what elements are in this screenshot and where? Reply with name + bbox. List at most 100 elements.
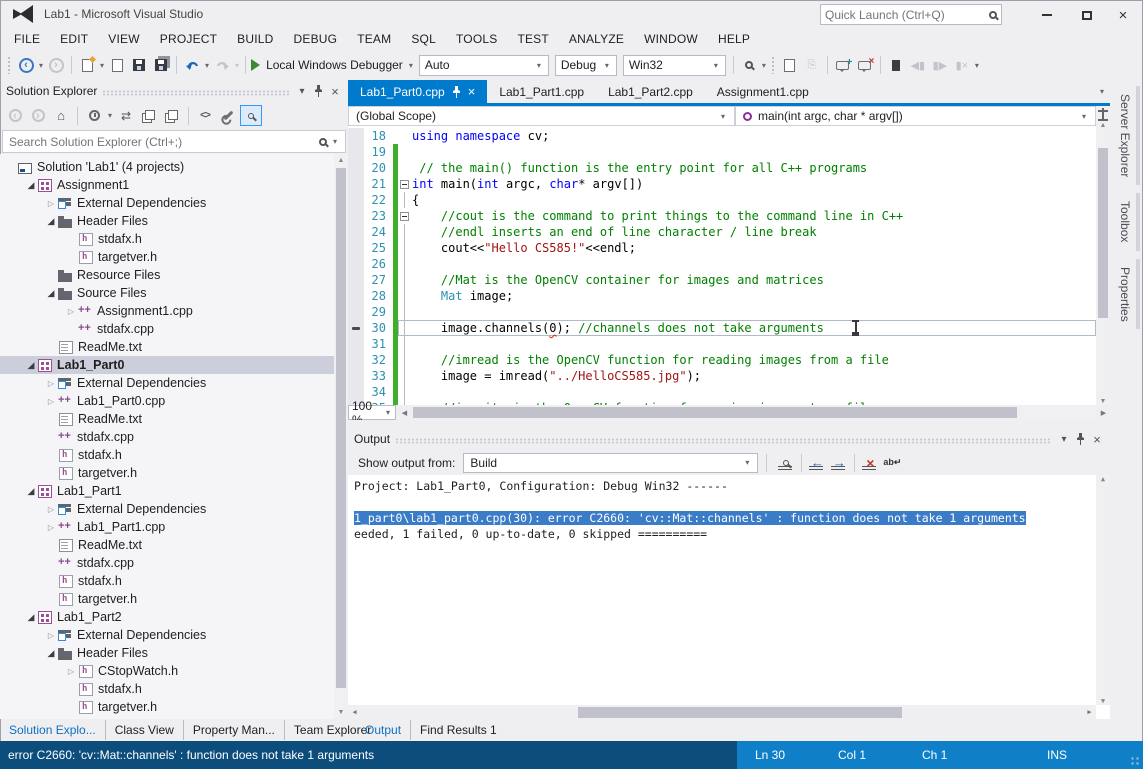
code-line-26[interactable]: 26 [348, 256, 1096, 272]
editor-tab-lab1-part1-cpp[interactable]: Lab1_Part1.cpp [487, 80, 596, 103]
code-line-18[interactable]: 18 using namespace cv; [348, 128, 1096, 144]
toolbar-drag-handle[interactable] [770, 56, 776, 74]
toggle-word-wrap-button[interactable]: ab↵ [881, 453, 903, 473]
properties-button[interactable] [217, 105, 239, 126]
window-position-chevron-icon[interactable]: ▾ [1057, 434, 1071, 445]
maximize-button[interactable] [1072, 6, 1102, 24]
scroll-up-icon[interactable]: ▲ [1096, 475, 1110, 483]
remove-comment-button[interactable]: × [855, 54, 875, 76]
resize-grip[interactable] [1130, 756, 1140, 766]
previous-bookmark-button[interactable]: ◀▮ [908, 54, 928, 76]
editor-tab-assignment1-cpp[interactable]: Assignment1.cpp [705, 80, 821, 103]
menu-view[interactable]: VIEW [98, 29, 149, 49]
tool-tab-output[interactable]: Output [356, 720, 412, 740]
split-window-handle[interactable] [1097, 108, 1109, 121]
view-code-button[interactable]: <> [194, 105, 216, 126]
toolbar-overflow-chevron-icon[interactable]: ▾ [975, 61, 979, 70]
sync-with-active-document-button[interactable]: ⇄ [115, 105, 137, 126]
find-chevron-icon[interactable]: ▾ [762, 61, 766, 70]
tree-item-readme-txt[interactable]: ReadMe.txt [0, 338, 334, 356]
expander-collapsed-icon[interactable]: ▷ [64, 307, 78, 316]
code-line-27[interactable]: 27 //Mat is the OpenCV container for ima… [348, 272, 1096, 288]
close-icon[interactable]: × [468, 85, 476, 98]
member-dropdown[interactable]: main(int argc, char * argv[]) ▾ [735, 106, 1096, 126]
toolbar-drag-handle[interactable] [7, 56, 12, 74]
expander-expanded-icon[interactable]: ◢ [44, 216, 58, 227]
tree-item-external-dependencies[interactable]: ▷ External Dependencies [0, 626, 334, 644]
undo-chevron-icon[interactable]: ▾ [205, 61, 209, 70]
preview-selected-items-button[interactable] [161, 105, 183, 126]
collapse-all-button[interactable] [138, 105, 160, 126]
copy-button[interactable]: ⎘ [802, 54, 822, 76]
tool-tab-class-view[interactable]: Class View [106, 720, 184, 740]
configuration-combo[interactable]: Debug ▾ [554, 54, 617, 76]
next-bookmark-button[interactable]: ▮▶ [930, 54, 950, 76]
platform-combo[interactable]: Win32 ▾ [622, 54, 726, 76]
scrollbar-thumb[interactable] [336, 168, 346, 688]
search-options-chevron-icon[interactable]: ▾ [333, 137, 337, 146]
collapse-region-icon[interactable] [400, 180, 409, 189]
tree-item-targetver-h[interactable]: targetver.h [0, 248, 334, 266]
scroll-up-icon[interactable]: ▲ [334, 154, 348, 167]
scroll-left-icon[interactable]: ◀ [348, 708, 361, 716]
tree-item-lab1-part1[interactable]: ◢ Lab1_Part1 [0, 482, 334, 500]
tree-item-targetver-h[interactable]: targetver.h [0, 590, 334, 608]
quick-launch-box[interactable] [820, 4, 1002, 25]
editor-vertical-scrollbar[interactable]: ▲ ▼ [1096, 106, 1110, 405]
scrollbar-thumb[interactable] [577, 706, 903, 718]
output-line[interactable]: eeded, 1 failed, 0 up-to-date, 0 skipped… [354, 527, 1110, 543]
output-line[interactable]: 1_part0\lab1_part0.cpp(30): error C2660:… [354, 511, 1110, 527]
side-tab-properties[interactable]: Properties [1116, 258, 1140, 330]
tree-item-targetver-h[interactable]: targetver.h [0, 698, 334, 716]
code-line-30[interactable]: 30 image.channels(0); //channels does no… [348, 320, 1096, 336]
close-icon[interactable]: × [1090, 432, 1104, 447]
side-tab-toolbox[interactable]: Toolbox [1116, 193, 1140, 251]
toggle-bookmark-button[interactable] [886, 54, 906, 76]
code-line-34[interactable]: 34 [348, 384, 1096, 400]
next-message-button[interactable]: → [828, 453, 850, 473]
breakpoint-margin[interactable] [348, 336, 364, 352]
code-line-23[interactable]: 23 //cout is the command to print things… [348, 208, 1096, 224]
tree-item-stdafx-h[interactable]: stdafx.h [0, 680, 334, 698]
solution-explorer-search-box[interactable]: ▾ [2, 130, 346, 153]
side-tab-server-explorer[interactable]: Server Explorer [1116, 86, 1140, 186]
breakpoint-margin[interactable] [348, 208, 364, 224]
save-all-button[interactable] [151, 54, 171, 76]
code-line-21[interactable]: 21 int main(int argc, char* argv[]) [348, 176, 1096, 192]
code-editor[interactable]: 18 using namespace cv; 19 20 // the main() … [348, 126, 1096, 405]
window-position-chevron-icon[interactable]: ▾ [295, 86, 309, 97]
breakpoint-margin[interactable] [348, 224, 364, 240]
scroll-down-icon[interactable]: ▼ [1096, 697, 1110, 705]
code-line-20[interactable]: 20 // the main() function is the entry p… [348, 160, 1096, 176]
tree-item-lab1-part2[interactable]: ◢ Lab1_Part2 [0, 608, 334, 626]
navigate-backward-button[interactable]: ‹ [16, 54, 36, 76]
menu-debug[interactable]: DEBUG [284, 29, 348, 49]
tool-tab-property-man[interactable]: Property Man... [184, 720, 285, 740]
scroll-up-icon[interactable]: ▲ [1096, 122, 1110, 129]
breakpoint-margin[interactable] [348, 320, 364, 336]
search-icon[interactable] [989, 10, 997, 19]
expander-expanded-icon[interactable]: ◢ [24, 612, 38, 623]
code-line-25[interactable]: 25 cout<<"Hello CS585!"<<endl; [348, 240, 1096, 256]
code-line-32[interactable]: 32 //imread is the OpenCV function for r… [348, 352, 1096, 368]
menu-file[interactable]: FILE [4, 29, 50, 49]
output-line[interactable]: Project: Lab1_Part0, Configuration: Debu… [354, 479, 1110, 495]
tree-item-readme-txt[interactable]: ReadMe.txt [0, 410, 334, 428]
tree-item-solution-lab1-4-projects[interactable]: Solution 'Lab1' (4 projects) [0, 158, 334, 176]
tool-tab-solution-explo[interactable]: Solution Explo... [0, 720, 106, 740]
breakpoint-margin[interactable] [348, 192, 364, 208]
expander-collapsed-icon[interactable]: ▷ [44, 379, 58, 388]
menu-team[interactable]: TEAM [347, 29, 401, 49]
minimize-button[interactable] [1032, 6, 1062, 24]
navigate-backward-chevron-icon[interactable]: ▾ [39, 61, 43, 70]
code-line-24[interactable]: 24 //endl inserts an end of line charact… [348, 224, 1096, 240]
tree-item-lab1-part0-cpp[interactable]: ▷ Lab1_Part0.cpp [0, 392, 334, 410]
tree-item-stdafx-h[interactable]: stdafx.h [0, 446, 334, 464]
output-line[interactable] [354, 495, 1110, 511]
menu-window[interactable]: WINDOW [634, 29, 708, 49]
code-line-22[interactable]: 22 { [348, 192, 1096, 208]
menu-sql[interactable]: SQL [401, 29, 446, 49]
tree-item-stdafx-h[interactable]: stdafx.h [0, 572, 334, 590]
scroll-right-icon[interactable]: ▶ [1097, 409, 1110, 417]
pin-icon[interactable] [314, 85, 323, 97]
